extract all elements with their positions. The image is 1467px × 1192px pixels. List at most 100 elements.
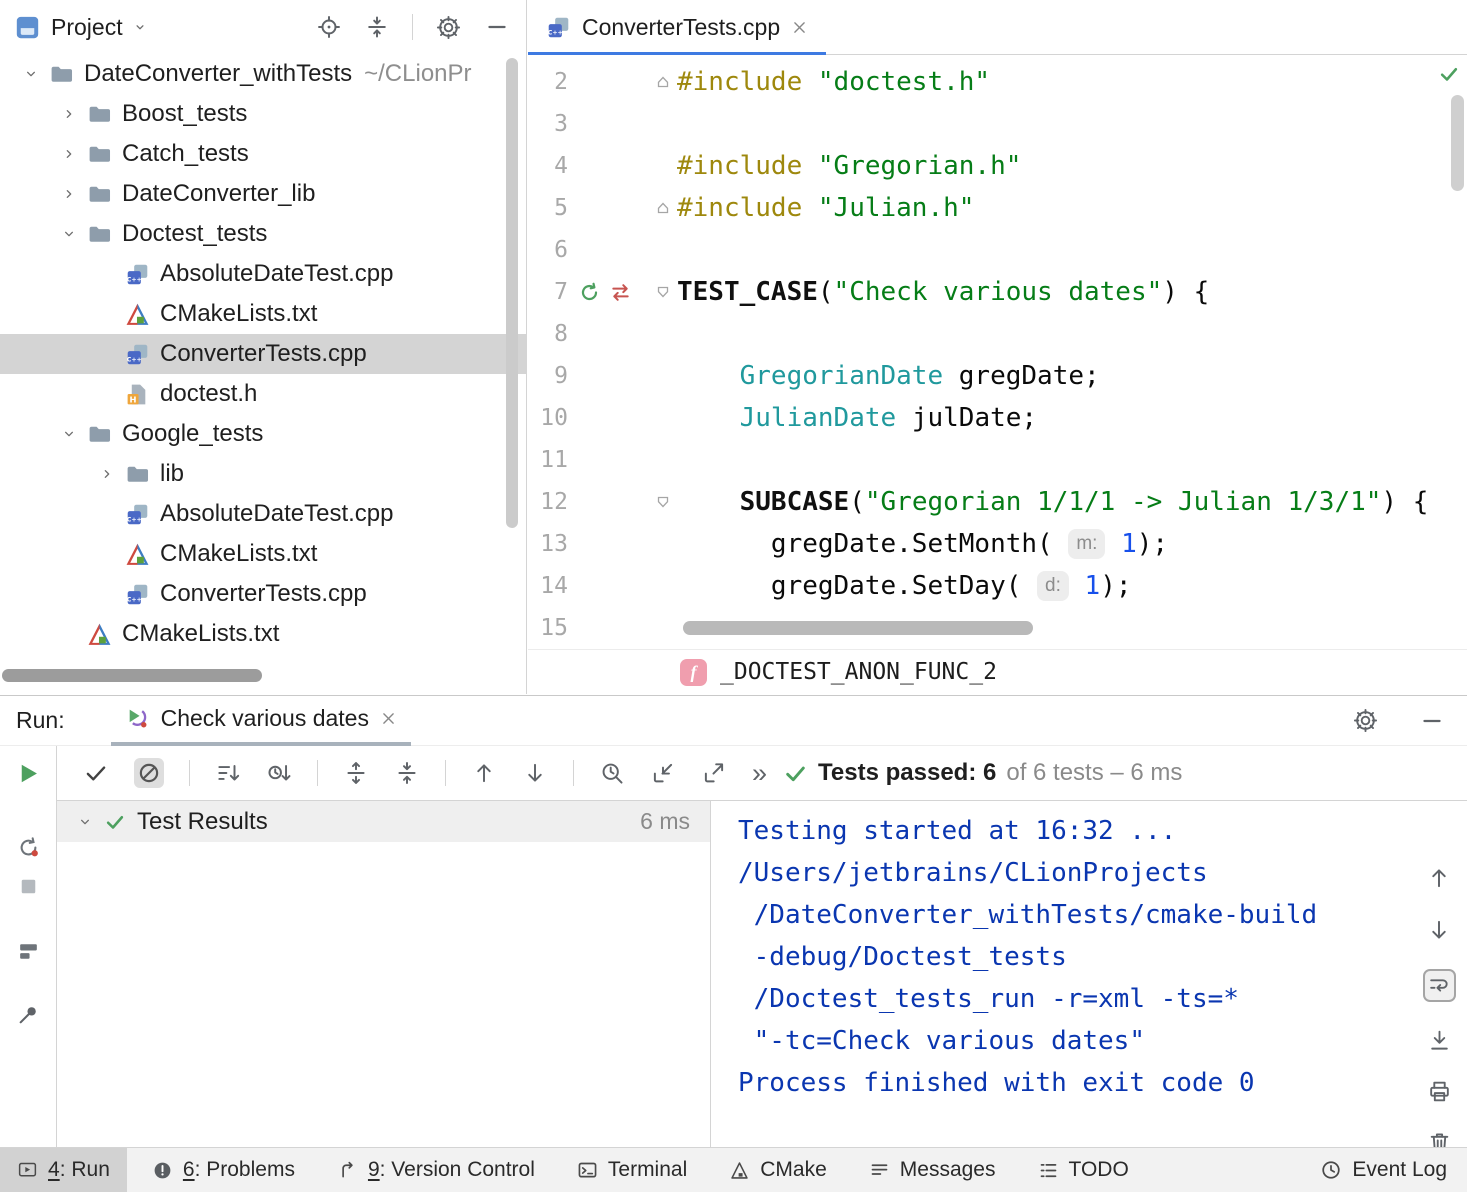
close-tab-icon[interactable] [791,19,808,36]
soft-wrap-icon[interactable] [1423,969,1456,1002]
export-test-results-icon[interactable] [701,760,727,786]
run-panel-header-tools [1352,707,1445,734]
project-view-title[interactable]: Project [51,14,123,41]
tree-item[interactable]: Hdoctest.h [0,374,526,414]
code-text[interactable]: JulianDate julDate; [677,397,1467,439]
code-text[interactable] [677,439,1467,481]
tree-item[interactable]: Boost_tests [0,94,526,134]
sort-alphabetically-icon[interactable] [215,760,241,786]
rerun-icon[interactable] [15,760,42,787]
tree-item[interactable]: C++AbsoluteDateTest.cpp [0,494,526,534]
console-output[interactable]: Testing started at 16:32 .../Users/jetbr… [711,801,1411,1147]
tree-item[interactable]: Doctest_tests [0,214,526,254]
previous-occurrence-icon[interactable] [471,760,497,786]
tree-item[interactable]: lib [0,454,526,494]
sort-by-duration-icon[interactable] [266,760,292,786]
code-text[interactable]: GregorianDate gregDate; [677,355,1467,397]
statusbar-event-log[interactable]: Event Log [1300,1148,1467,1192]
close-run-tab-icon[interactable] [380,710,397,727]
svg-text:C++: C++ [548,29,563,36]
project-vertical-scrollbar[interactable] [506,58,518,528]
statusbar-item-problems[interactable]: 6: Problems [135,1148,312,1192]
chevron-down-icon[interactable] [23,66,39,82]
tree-item[interactable]: CMakeLists.txt [0,294,526,334]
chevron-down-icon[interactable] [77,814,93,830]
import-test-results-icon[interactable] [650,760,676,786]
tree-item[interactable]: CMakeLists.txt [0,614,526,654]
hide-panel-icon[interactable] [484,14,510,40]
tree-item[interactable]: C++ConverterTests.cpp [0,334,526,374]
project-view-chevron-icon[interactable] [133,20,147,34]
fold-marker-icon[interactable] [656,495,670,509]
test-results-row[interactable]: Test Results 6 ms [57,801,710,842]
tree-item[interactable]: Catch_tests [0,134,526,174]
hide-run-panel-icon[interactable] [1419,708,1445,734]
statusbar-item-versioncontrol[interactable]: 9: Version Control [320,1148,552,1192]
statusbar-item-run[interactable]: 4: Run [0,1148,127,1192]
console-right-toolbar [1411,801,1467,1147]
scroll-up-icon[interactable] [1426,865,1452,891]
stop-icon[interactable] [16,874,41,899]
code-text[interactable]: #include "Gregorian.h" [677,145,1467,187]
line-number: 9 [528,355,568,397]
rerun-failed-tests-icon[interactable] [16,835,41,860]
fold-marker-icon[interactable] [656,285,670,299]
tree-item[interactable]: C++AbsoluteDateTest.cpp [0,254,526,294]
editor-tab-convertertests[interactable]: C++ ConverterTests.cpp [528,0,826,54]
chevron-right-icon[interactable] [61,106,77,122]
next-occurrence-icon[interactable] [522,760,548,786]
breadcrumb-function-name[interactable]: _DOCTEST_ANON_FUNC_2 [720,659,997,685]
code-text[interactable]: TEST_CASE("Check various dates") { [677,271,1467,313]
editor-vertical-scrollbar[interactable] [1451,95,1464,191]
chevron-down-icon[interactable] [61,426,77,442]
filter-ignored-icon[interactable] [136,760,162,786]
tree-item[interactable]: DateConverter_withTests~/CLionPr [0,54,526,94]
select-opened-file-icon[interactable] [316,14,342,40]
fold-marker-icon[interactable] [656,201,670,215]
tree-item[interactable]: DateConverter_lib [0,174,526,214]
code-text[interactable]: #include "Julian.h" [677,187,1467,229]
code-text[interactable] [677,229,1467,271]
code-text[interactable]: gregDate.SetDay( d: 1); [677,565,1467,607]
code-editor[interactable]: 2#include "doctest.h"34#include "Gregori… [528,55,1467,649]
print-icon[interactable] [1427,1079,1452,1104]
chevron-right-icon[interactable] [61,146,77,162]
run-test-gutter-icon[interactable] [578,281,601,304]
options-gear-icon[interactable] [435,14,462,41]
editor-horizontal-scrollbar[interactable] [683,621,1033,635]
statusbar-item-todo[interactable]: TODO [1021,1148,1146,1192]
rerun-test-gutter-icon[interactable] [609,281,632,304]
tree-item[interactable]: Google_tests [0,414,526,454]
inspections-ok-icon[interactable] [1438,63,1460,85]
statusbar-item-terminal[interactable]: Terminal [560,1148,704,1192]
statusbar-item-cmake[interactable]: CMake [712,1148,844,1192]
run-settings-gear-icon[interactable] [1352,707,1379,734]
chevron-right-icon[interactable] [99,466,115,482]
code-text[interactable]: gregDate.SetMonth( m: 1); [677,523,1467,565]
chevron-right-icon[interactable] [61,186,77,202]
restore-layout-icon[interactable] [16,939,41,964]
scroll-down-icon[interactable] [1426,917,1452,943]
more-icon[interactable]: » [752,760,767,787]
collapse-all-icon[interactable] [394,760,420,786]
project-horizontal-scrollbar[interactable] [2,669,262,682]
test-history-icon[interactable] [599,760,625,786]
code-text[interactable] [677,313,1467,355]
line-number: 14 [528,565,568,607]
filter-passed-icon[interactable] [83,760,109,786]
console-line: /Users/jetbrains/CLionProjects [738,852,1411,894]
scroll-to-end-icon[interactable] [1427,1028,1452,1053]
tree-item-path-hint: ~/CLionPr [364,60,471,88]
code-text[interactable]: SUBCASE("Gregorian 1/1/1 -> Julian 1/3/1… [677,481,1467,523]
fold-marker-icon[interactable] [656,75,670,89]
pin-tab-icon[interactable] [16,1002,41,1027]
tree-item[interactable]: CMakeLists.txt [0,534,526,574]
code-text[interactable]: #include "doctest.h" [677,61,1467,103]
expand-all-icon[interactable] [343,760,369,786]
collapse-all-icon[interactable] [364,14,390,40]
chevron-down-icon[interactable] [61,226,77,242]
run-config-tab[interactable]: Check various dates [111,696,411,746]
code-text[interactable] [677,103,1467,145]
statusbar-item-messages[interactable]: Messages [852,1148,1013,1192]
tree-item[interactable]: C++ConverterTests.cpp [0,574,526,614]
